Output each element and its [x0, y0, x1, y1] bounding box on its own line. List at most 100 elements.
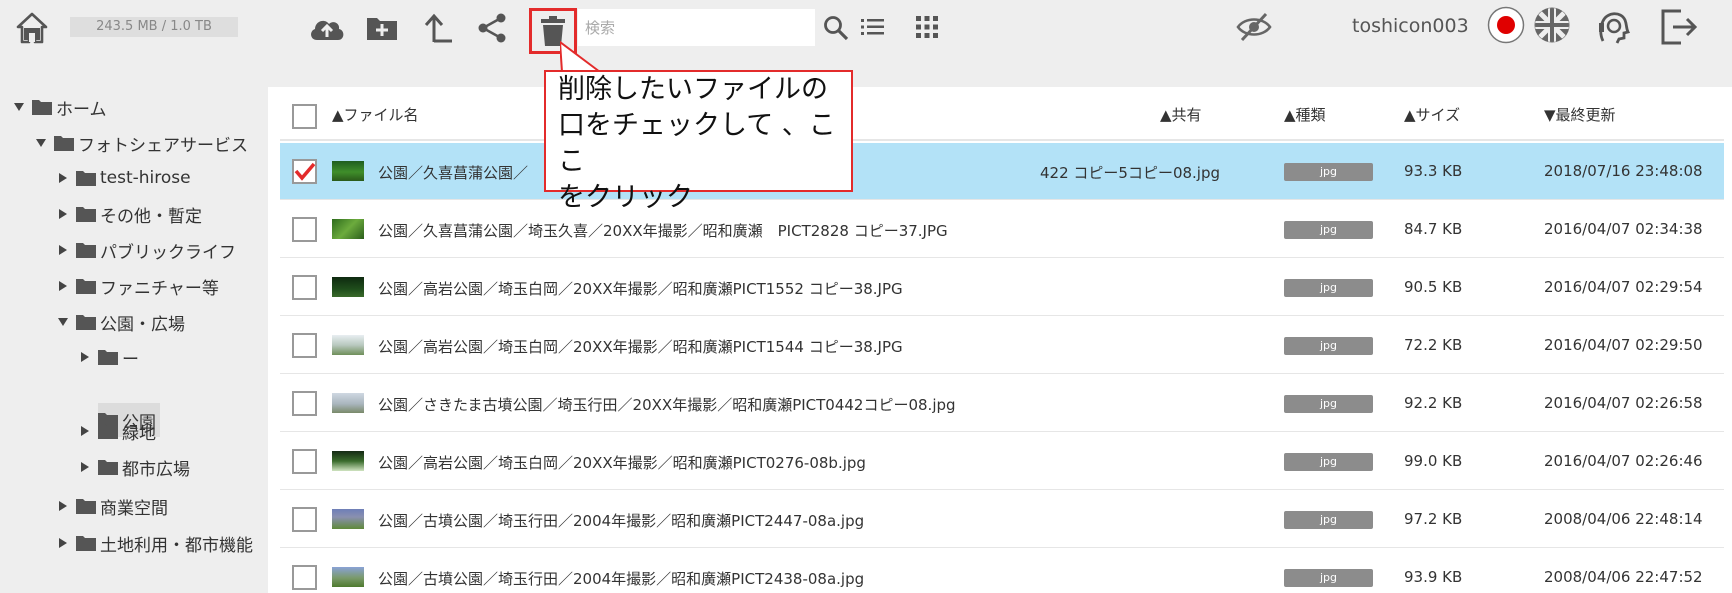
- row-checkbox[interactable]: [292, 159, 317, 184]
- folder-icon: [76, 242, 96, 258]
- thumbnail[interactable]: [332, 277, 364, 297]
- collapse-arrow-icon[interactable]: [78, 350, 92, 364]
- callout-line-3: をクリック: [558, 182, 693, 213]
- header-modified[interactable]: ▼最終更新: [1544, 104, 1616, 125]
- row-checkbox[interactable]: [292, 565, 317, 590]
- tree-item-label: 商業空間: [100, 498, 168, 519]
- table-row[interactable]: 公園／久喜菖蒲公園／埼玉久喜／20XX年撮影／昭和廣瀬 PICT2828 コピー…: [280, 201, 1724, 258]
- share-icon[interactable]: [474, 10, 510, 46]
- type-badge: jpg: [1284, 511, 1373, 529]
- tree-item-parks-plazas[interactable]: 公園・広場: [56, 308, 185, 336]
- type-badge: jpg: [1284, 163, 1373, 181]
- file-name[interactable]: 公園／古墳公園／埼玉行田／2004年撮影／昭和廣瀬PICT2438-08a.jp…: [378, 568, 864, 589]
- expand-arrow-icon[interactable]: [56, 315, 70, 329]
- table-row[interactable]: 公園／古墳公園／埼玉行田／2004年撮影／昭和廣瀬PICT2438-08a.jp…: [280, 549, 1724, 593]
- tree-item-label: ファニチャー等: [100, 278, 219, 299]
- tree-item-green[interactable]: 緑地: [78, 417, 156, 445]
- select-all-checkbox[interactable]: [292, 104, 317, 129]
- tree-item-public-life[interactable]: パブリックライフ: [56, 236, 236, 264]
- uk-flag-icon[interactable]: [1532, 5, 1572, 45]
- collapse-arrow-icon[interactable]: [56, 279, 70, 293]
- row-checkbox[interactable]: [292, 391, 317, 416]
- folder-icon: [76, 535, 96, 551]
- tree-item-furniture[interactable]: ファニチャー等: [56, 272, 219, 300]
- japanese-flag-icon[interactable]: [1486, 5, 1526, 45]
- row-checkbox[interactable]: [292, 449, 317, 474]
- thumbnail[interactable]: [332, 393, 364, 413]
- collapse-arrow-icon[interactable]: [56, 536, 70, 550]
- thumbnail[interactable]: [332, 451, 364, 471]
- tree-item-other[interactable]: その他・暫定: [56, 200, 202, 228]
- collapse-arrow-icon[interactable]: [56, 499, 70, 513]
- tree-item-home[interactable]: ホーム: [12, 93, 107, 121]
- table-row[interactable]: 公園／さきたま古墳公園／埼玉行田／20XX年撮影／昭和廣瀬PICT0442コピー…: [280, 375, 1724, 432]
- table-header: ▲ファイル名 ▲共有 ▲種類 ▲サイズ ▼最終更新: [280, 87, 1724, 141]
- tree-item-land-use[interactable]: 土地利用・都市機能: [56, 529, 253, 557]
- expand-arrow-icon[interactable]: [12, 100, 26, 114]
- row-checkbox[interactable]: [292, 217, 317, 242]
- expand-arrow-icon[interactable]: [34, 136, 48, 150]
- logout-icon[interactable]: [1658, 6, 1700, 48]
- upload-icon[interactable]: [420, 10, 456, 46]
- thumbnail[interactable]: [332, 219, 364, 239]
- table-row[interactable]: 公園／高岩公園／埼玉白岡／20XX年撮影／昭和廣瀬PICT0276-08b.jp…: [280, 433, 1724, 490]
- search-icon[interactable]: [820, 12, 852, 44]
- modified-date: 2016/04/07 02:34:38: [1544, 220, 1703, 238]
- file-name-end[interactable]: 422 コピー5コピー08.jpg: [1040, 162, 1220, 183]
- tree-item-dash[interactable]: ー: [78, 343, 139, 371]
- grid-view-icon[interactable]: [912, 12, 942, 42]
- file-name[interactable]: 公園／さきたま古墳公園／埼玉行田／20XX年撮影／昭和廣瀬PICT0442コピー…: [378, 394, 956, 415]
- row-checkbox[interactable]: [292, 333, 317, 358]
- table-row[interactable]: 公園／高岩公園／埼玉白岡／20XX年撮影／昭和廣瀬PICT1544 コピー38.…: [280, 317, 1724, 374]
- collapse-arrow-icon[interactable]: [78, 424, 92, 438]
- type-badge: jpg: [1284, 279, 1373, 297]
- file-name[interactable]: 公園／久喜菖蒲公園／: [378, 162, 528, 183]
- collapse-arrow-icon[interactable]: [78, 460, 92, 474]
- file-size: 84.7 KB: [1404, 220, 1463, 238]
- header-size[interactable]: ▲サイズ: [1404, 104, 1460, 125]
- file-name[interactable]: 公園／高岩公園／埼玉白岡／20XX年撮影／昭和廣瀬PICT1552 コピー38.…: [378, 278, 903, 299]
- cloud-upload-icon[interactable]: [306, 12, 348, 44]
- file-name[interactable]: 公園／高岩公園／埼玉白岡／20XX年撮影／昭和廣瀬PICT1544 コピー38.…: [378, 336, 903, 357]
- support-icon[interactable]: [1594, 6, 1634, 46]
- tree-item-commercial[interactable]: 商業空間: [56, 492, 168, 520]
- folder-icon: [98, 349, 118, 365]
- thumbnail[interactable]: [332, 161, 364, 181]
- instruction-callout: 削除したいファイルの 口をチェックして 、ここ をクリック: [544, 70, 853, 213]
- hide-icon[interactable]: [1234, 10, 1274, 44]
- modified-date: 2016/04/07 02:26:58: [1544, 394, 1703, 412]
- file-size: 99.0 KB: [1404, 452, 1463, 470]
- folder-icon: [54, 135, 74, 151]
- tree-item-urban-plaza[interactable]: 都市広場: [78, 453, 190, 481]
- modified-date: 2016/04/07 02:26:46: [1544, 452, 1703, 470]
- header-type[interactable]: ▲種類: [1284, 104, 1326, 125]
- list-view-icon[interactable]: [858, 12, 888, 42]
- collapse-arrow-icon[interactable]: [56, 171, 70, 185]
- file-size: 93.3 KB: [1404, 162, 1463, 180]
- file-name[interactable]: 公園／古墳公園／埼玉行田／2004年撮影／昭和廣瀬PICT2447-08a.jp…: [378, 510, 864, 531]
- tree-item-test-hirose[interactable]: test-hirose: [56, 164, 191, 192]
- tree-item-label: パブリックライフ: [100, 242, 236, 263]
- home-icon[interactable]: [14, 10, 50, 46]
- header-filename[interactable]: ▲ファイル名: [332, 104, 419, 125]
- row-checkbox[interactable]: [292, 275, 317, 300]
- file-name[interactable]: 公園／高岩公園／埼玉白岡／20XX年撮影／昭和廣瀬PICT0276-08b.jp…: [378, 452, 866, 473]
- tree-item-photoshare[interactable]: フォトシェアサービス: [34, 129, 248, 157]
- table-row[interactable]: 公園／古墳公園／埼玉行田／2004年撮影／昭和廣瀬PICT2447-08a.jp…: [280, 491, 1724, 548]
- collapse-arrow-icon[interactable]: [56, 207, 70, 221]
- thumbnail[interactable]: [332, 509, 364, 529]
- header-shared[interactable]: ▲共有: [1160, 104, 1202, 125]
- table-row[interactable]: 公園／久喜菖蒲公園／ 422 コピー5コピー08.jpg jpg 93.3 KB…: [280, 143, 1724, 200]
- file-size: 93.9 KB: [1404, 568, 1463, 586]
- new-folder-icon[interactable]: [364, 12, 400, 44]
- table-row[interactable]: 公園／高岩公園／埼玉白岡／20XX年撮影／昭和廣瀬PICT1552 コピー38.…: [280, 259, 1724, 316]
- file-name[interactable]: 公園／久喜菖蒲公園／埼玉久喜／20XX年撮影／昭和廣瀬 PICT2828 コピー…: [378, 220, 948, 241]
- row-checkbox[interactable]: [292, 507, 317, 532]
- tree-item-label: ー: [122, 349, 139, 370]
- thumbnail[interactable]: [332, 567, 364, 587]
- callout-pointer: [560, 40, 601, 73]
- thumbnail[interactable]: [332, 335, 364, 355]
- callout-line-2: 口をチェックして 、ここ: [558, 110, 836, 177]
- collapse-arrow-icon[interactable]: [56, 243, 70, 257]
- type-badge: jpg: [1284, 221, 1373, 239]
